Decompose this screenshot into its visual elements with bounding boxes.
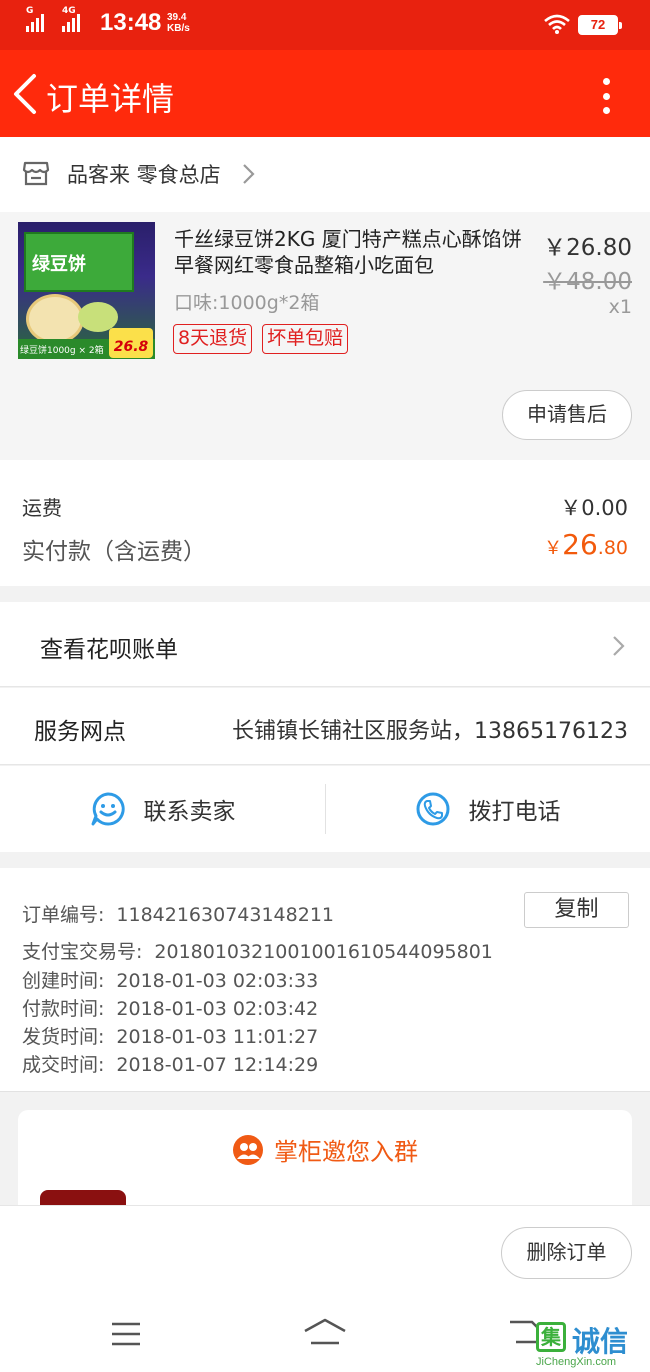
order-number-label: 订单编号: [22,904,105,926]
group-title: 掌柜邀您入群 [18,1132,632,1167]
more-options-icon[interactable] [594,78,618,114]
order-number-line: 订单编号: 118421630743148211 [22,900,334,927]
created-time-label: 创建时间: [22,970,105,992]
paid-currency: ￥ [544,538,563,559]
product-quantity: x1 [608,296,632,318]
created-time-line: 创建时间: 2018-01-03 02:03:33 [22,966,318,993]
paid-time-label: 付款时间: [22,998,105,1020]
product-image[interactable]: 绿豆饼 绿豆饼1000g × 2箱 26.8 [18,222,155,359]
people-icon [233,1134,263,1165]
completed-time-label: 成交时间: [22,1054,105,1076]
promo-price-tag: 26.8 [109,328,153,358]
battery-icon: 72 [578,15,622,35]
paid-amount-value: ￥26.80 [544,528,628,561]
watermark-badge: 集 [536,1322,566,1352]
paid-time-value: 2018-01-03 02:03:42 [116,998,319,1020]
product-title[interactable]: 千丝绿豆饼2KG 厦门特产糕点心酥馅饼早餐网红零食品整箱小吃面包 [174,226,534,278]
huabei-bill-row[interactable]: 查看花呗账单 [0,602,650,687]
cake-graphic [26,294,84,344]
contact-seller-button[interactable]: 联系卖家 [0,766,325,852]
paid-integer: 26 [562,528,598,561]
product-price: ￥26.80 [543,235,632,261]
home-icon[interactable] [302,1317,348,1347]
status-time: 13:48 [100,9,162,36]
network-g-label: G [26,6,34,16]
product-spec: 口味:1000g*2箱 [174,292,320,314]
smile-chat-icon [91,792,125,826]
shop-row[interactable]: 品客来 零食总店 [0,137,650,212]
shipped-time-label: 发货时间: [22,1026,105,1048]
order-info: 订单编号: 118421630743148211 复制 支付宝交易号: 201801… [0,868,650,1092]
product-item[interactable]: 绿豆饼 绿豆饼1000g × 2箱 26.8 千丝绿豆饼2KG 厦门特产糕点心酥… [0,212,650,460]
back-chevron-icon[interactable] [8,72,44,116]
status-bar: G 4G 13:48 39.4 KB/s 72 [0,0,650,50]
paid-amount-label: 实付款（含运费） [22,539,206,565]
shipping-label: 运费 [22,496,62,520]
network-speed: 39.4 KB/s [167,12,190,34]
paid-decimal: .80 [597,537,628,559]
store-icon [22,161,50,186]
signal-indicators: G 4G [26,6,80,32]
contact-seller-label: 联系卖家 [143,799,236,825]
shipped-time-value: 2018-01-03 11:01:27 [116,1026,319,1048]
app-header: 订单详情 [0,50,650,137]
completed-time-line: 成交时间: 2018-01-07 12:14:29 [22,1050,318,1077]
service-point-value: 长铺镇长铺社区服务站，13865176123 [232,719,628,744]
fee-summary: 运费 ￥0.00 实付款（含运费） ￥26.80 [0,460,650,586]
damage-guarantee-tag: 坏单包赔 [262,324,349,354]
network-speed-value: 39.4 [167,12,187,23]
call-phone-label: 拨打电话 [468,799,561,825]
network-speed-unit: KB/s [167,23,190,34]
product-box-text: 绿豆饼 [32,254,86,275]
alipay-trade-line: 支付宝交易号: 2018010321001001610544095801 [22,937,493,964]
copy-button[interactable]: 复制 [524,892,629,928]
shop-name: 品客来 零食总店 [67,163,221,187]
chevron-right-icon [243,164,255,184]
return-tag: 8天退货 [173,324,253,354]
call-phone-button[interactable]: 拨打电话 [325,766,650,852]
bottom-action-bar: 删除订单 [0,1205,650,1295]
product-original-price: ￥48.00 [543,269,632,295]
chevron-right-icon [613,636,625,656]
signal-g-icon: G [26,6,44,32]
service-point-label: 服务网点 [34,719,126,745]
alipay-trade-value: 2018010321001001610544095801 [154,941,493,963]
contact-row: 联系卖家 拨打电话 [0,766,650,852]
huabei-label: 查看花呗账单 [40,637,178,663]
created-time-value: 2018-01-03 02:03:33 [116,970,319,992]
wifi-icon [544,14,570,34]
shipping-value: ￥0.00 [560,496,628,520]
watermark-text: 诚信 [572,1325,629,1358]
signal-4g-icon: 4G [62,6,80,32]
delete-order-button[interactable]: 删除订单 [501,1227,632,1279]
group-title-text: 掌柜邀您入群 [274,1138,418,1166]
phone-icon [416,792,449,826]
alipay-trade-label: 支付宝交易号: [22,941,143,963]
service-point-row: 服务网点 长铺镇长铺社区服务站，13865176123 [0,688,650,765]
watermark-logo: 集 诚信 JiChengXin.com [534,1320,650,1372]
product-strip-label: 绿豆饼1000g × 2箱 [20,346,104,356]
menu-icon[interactable] [110,1321,142,1347]
shipped-time-line: 发货时间: 2018-01-03 11:01:27 [22,1022,318,1049]
order-number-value: 118421630743148211 [116,904,334,926]
completed-time-value: 2018-01-07 12:14:29 [116,1054,319,1076]
service-tags: 8天退货 坏单包赔 [173,324,349,354]
page-title: 订单详情 [46,80,175,118]
after-sale-button[interactable]: 申请售后 [502,390,632,440]
paid-time-line: 付款时间: 2018-01-03 02:03:42 [22,994,318,1021]
watermark-url: JiChengXin.com [536,1356,617,1368]
network-4g-label: 4G [62,6,76,16]
